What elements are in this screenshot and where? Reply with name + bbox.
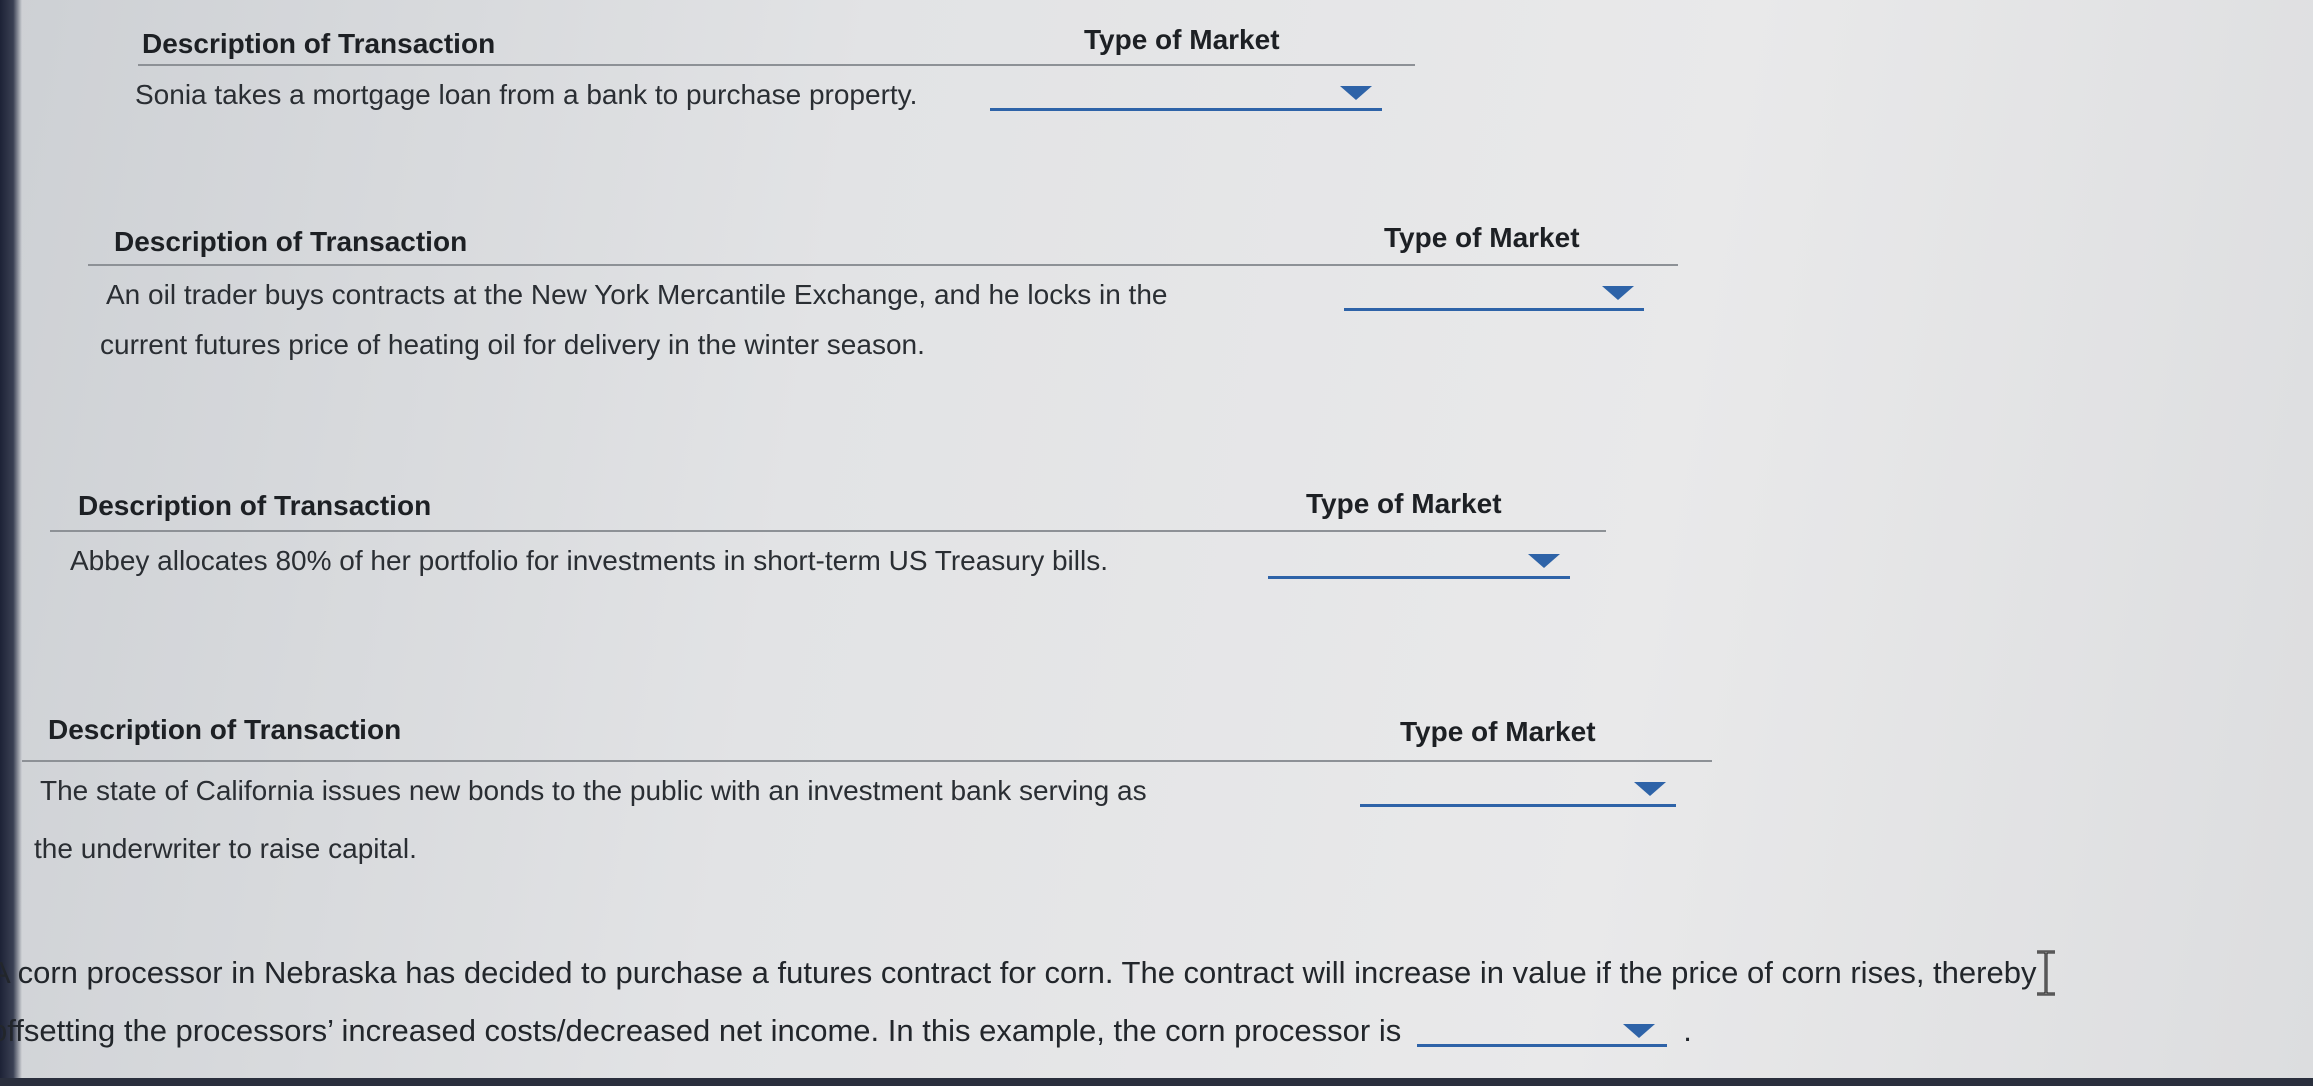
transaction-description-line-1: An oil trader buys contracts at the New … xyxy=(106,279,1168,310)
header-description: Description of Transaction xyxy=(48,714,402,745)
question-line-2: offsetting the processors’ increased cos… xyxy=(0,1002,1692,1060)
question-text: offsetting the processors’ increased cos… xyxy=(0,1013,1402,1048)
type-of-market-dropdown-1[interactable] xyxy=(990,74,1382,111)
caret-down-icon xyxy=(1340,86,1372,100)
type-of-market-dropdown-2[interactable] xyxy=(1344,274,1644,311)
transaction-description: Abbey allocates 80% of her portfolio for… xyxy=(70,545,1108,576)
header-type-of-market: Type of Market xyxy=(1400,716,1596,747)
transaction-description: Sonia takes a mortgage loan from a bank … xyxy=(135,79,918,110)
transaction-table-1: Description of Transaction Type of Marke… xyxy=(135,24,1418,118)
screen-edge-left xyxy=(0,0,22,1086)
transaction-table-4: Description of Transaction Type of Marke… xyxy=(22,714,1722,874)
transaction-description-line-2: the underwriter to raise capital. xyxy=(34,833,417,864)
question-line-1: A corn processor in Nebraska has decided… xyxy=(0,955,2037,990)
transaction-table-3: Description of Transaction Type of Marke… xyxy=(50,488,1610,590)
header-description: Description of Transaction xyxy=(78,490,432,521)
header-type-of-market: Type of Market xyxy=(1084,24,1280,55)
transaction-description-line-2: current futures price of heating oil for… xyxy=(100,329,925,360)
transaction-table-2: Description of Transaction Type of Marke… xyxy=(88,222,1688,366)
type-of-market-dropdown-3[interactable] xyxy=(1268,542,1570,579)
screen-edge-bottom xyxy=(0,1078,2313,1086)
caret-down-icon xyxy=(1528,554,1560,568)
sentence-period: . xyxy=(1683,1013,1692,1048)
header-divider xyxy=(50,530,1606,532)
header-divider xyxy=(22,760,1712,762)
header-type-of-market: Type of Market xyxy=(1306,488,1502,519)
header-type-of-market: Type of Market xyxy=(1384,222,1580,253)
caret-down-icon xyxy=(1634,782,1666,796)
type-of-market-dropdown-4[interactable] xyxy=(1360,770,1676,807)
corn-processor-role-dropdown[interactable] xyxy=(1417,1014,1668,1047)
header-description: Description of Transaction xyxy=(142,28,496,59)
transaction-description-line-1: The state of California issues new bonds… xyxy=(40,775,1147,806)
caret-down-icon xyxy=(1623,1024,1656,1038)
header-divider xyxy=(138,64,1415,66)
header-description: Description of Transaction xyxy=(114,226,468,257)
text-cursor-icon xyxy=(2037,950,2055,996)
header-divider xyxy=(88,264,1678,266)
caret-down-icon xyxy=(1602,286,1634,300)
